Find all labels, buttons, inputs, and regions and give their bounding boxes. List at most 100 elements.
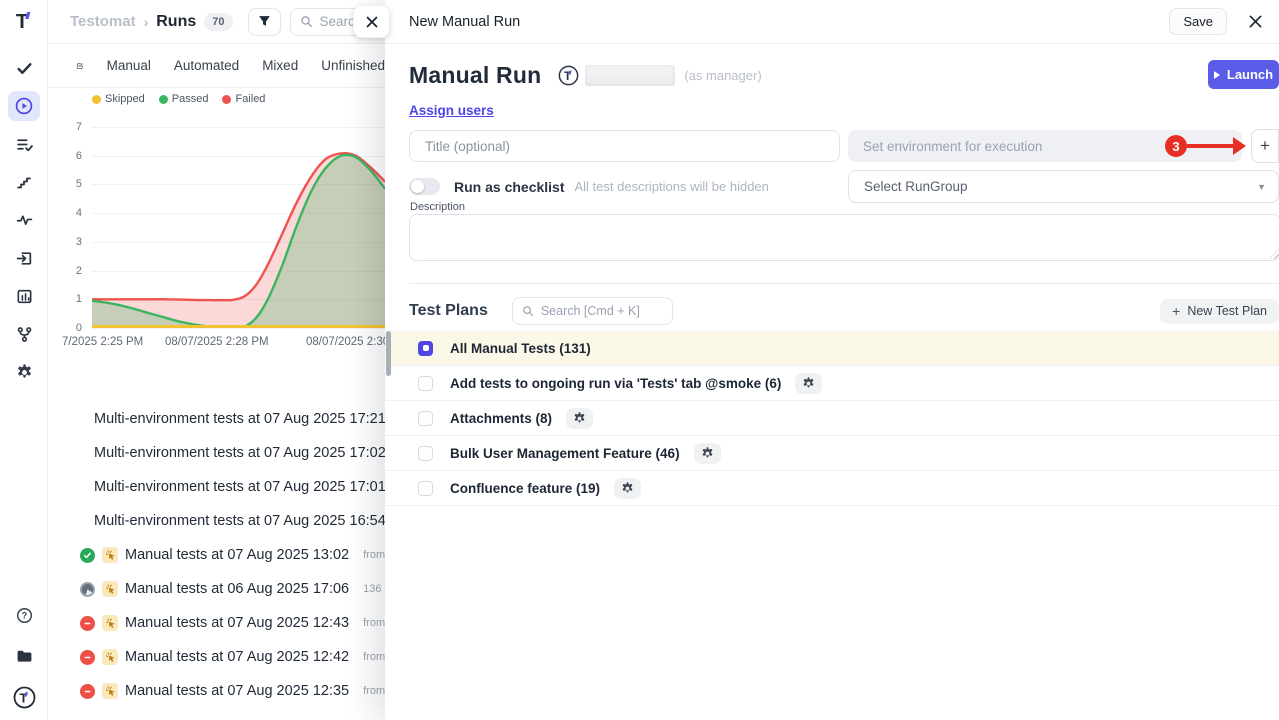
legend-item[interactable]: Passed — [159, 93, 209, 105]
save-button[interactable]: Save — [1169, 8, 1227, 35]
close-icon — [1248, 14, 1263, 29]
checklist-label: Run as checklist — [454, 179, 565, 195]
filter-button[interactable] — [248, 8, 281, 36]
checkbox-checked[interactable] — [418, 341, 433, 356]
breadcrumb-page[interactable]: Runs — [156, 13, 196, 31]
tab-automated[interactable]: Automated — [174, 58, 239, 73]
section-divider — [409, 283, 1279, 284]
test-plan-settings-button[interactable] — [566, 408, 593, 429]
checkbox-unchecked[interactable] — [418, 376, 433, 391]
add-environment-button[interactable]: + — [1251, 129, 1279, 163]
manager-avatar[interactable]: T — [558, 65, 579, 86]
runs-play-circle-icon[interactable] — [8, 91, 40, 121]
tab-unfinished[interactable]: Unfinished — [321, 58, 385, 73]
legend-item[interactable]: Failed — [222, 93, 265, 105]
manual-run-icon — [102, 649, 118, 665]
tab-mixed[interactable]: Mixed — [262, 58, 298, 73]
assign-users-link[interactable]: Assign users — [409, 103, 494, 118]
rungroup-select[interactable]: Select RunGroup ▼ — [848, 170, 1279, 203]
run-row[interactable]: Manual tests at 07 Aug 2025 12:42from Cu… — [48, 640, 385, 674]
status-failed-icon — [80, 684, 95, 699]
logo-circle-icon[interactable]: T — [8, 682, 40, 712]
left-panel-scrollbar[interactable] — [386, 331, 391, 376]
test-plans-search-input[interactable]: Search [Cmd + K] — [512, 297, 673, 325]
branches-git-icon[interactable] — [8, 319, 40, 349]
settings-gear-icon[interactable] — [8, 357, 40, 387]
test-plans-header: Test Plans Search [Cmd + K] +New Test Pl… — [409, 297, 1279, 325]
status-failed-icon — [80, 650, 95, 665]
test-plans-list-check-icon[interactable] — [8, 129, 40, 159]
search-icon — [300, 15, 313, 28]
status-progress-icon — [80, 582, 95, 597]
failed-minus-icon — [83, 619, 92, 628]
analytics-pulse-icon[interactable] — [8, 205, 40, 235]
app-window: T ? T Testomat › Runs 70 — [0, 0, 1279, 720]
select-all-icon[interactable] — [76, 58, 84, 74]
tab-manual[interactable]: Manual — [107, 58, 151, 73]
run-title-input[interactable] — [409, 130, 840, 162]
breadcrumb-app[interactable]: Testomat — [70, 13, 136, 30]
test-plan-settings-button[interactable] — [795, 373, 822, 394]
run-folder-row[interactable]: Multi-environment tests at 07 Aug 2025 1… — [48, 504, 385, 538]
reports-bar-chart-icon[interactable] — [8, 281, 40, 311]
manual-touch-icon — [105, 550, 116, 561]
run-as-checklist-toggle[interactable] — [409, 178, 440, 195]
manual-touch-icon — [105, 618, 116, 629]
modal-close-button[interactable] — [1248, 14, 1263, 29]
panel-edge-close-button[interactable] — [353, 5, 390, 38]
testomat-logo[interactable]: T — [0, 8, 48, 34]
failed-minus-icon — [83, 687, 92, 696]
svg-text:?: ? — [21, 610, 27, 620]
run-label: Multi-environment tests at 07 Aug 2025 1… — [94, 479, 385, 495]
description-textarea[interactable] — [409, 214, 1279, 261]
test-plan-settings-button[interactable] — [694, 443, 721, 464]
y-axis-tick: 1 — [60, 293, 82, 305]
manual-touch-icon — [105, 584, 116, 595]
tests-check-icon[interactable] — [8, 53, 40, 83]
annotation-arrowhead — [1233, 137, 1246, 155]
test-plan-row[interactable]: Attachments (8) — [385, 401, 1279, 436]
run-label: Multi-environment tests at 07 Aug 2025 1… — [94, 411, 385, 427]
run-row[interactable]: Manual tests at 07 Aug 2025 13:02from Cu… — [48, 538, 385, 572]
launch-button[interactable]: Launch — [1208, 60, 1279, 89]
manual-touch-icon — [105, 652, 116, 663]
plus-icon: + — [1172, 303, 1180, 319]
y-axis-tick: 5 — [60, 178, 82, 190]
test-plan-label: Attachments (8) — [450, 411, 552, 426]
test-plans-list: All Manual Tests (131) Add tests to ongoi… — [385, 331, 1279, 506]
run-folder-row[interactable]: Multi-environment tests at 07 Aug 2025 1… — [48, 436, 385, 470]
run-meta: from Custom — [363, 685, 385, 697]
x-axis-tick: 08/07/2025 2:30 PM — [306, 336, 385, 348]
checkbox-unchecked[interactable] — [418, 411, 433, 426]
test-plan-settings-button[interactable] — [614, 478, 641, 499]
run-folder-row[interactable]: Multi-environment tests at 07 Aug 2025 1… — [48, 402, 385, 436]
legend-label: Passed — [172, 93, 209, 105]
checkbox-unchecked[interactable] — [418, 481, 433, 496]
run-row[interactable]: Manual tests at 07 Aug 2025 12:43from Cu… — [48, 606, 385, 640]
run-label: Manual tests at 07 Aug 2025 12:43 — [125, 615, 349, 631]
runs-tabs: Manual Automated Mixed Unfinished — [48, 44, 385, 88]
checkbox-unchecked[interactable] — [418, 446, 433, 461]
help-icon[interactable]: ? — [8, 600, 40, 630]
projects-folder-icon[interactable] — [8, 641, 40, 671]
chart-legend: Skipped Passed Failed — [92, 93, 265, 105]
test-plans-search-placeholder: Search [Cmd + K] — [541, 304, 640, 318]
run-folder-row[interactable]: Multi-environment tests at 07 Aug 2025 1… — [48, 470, 385, 504]
run-row[interactable]: Manual tests at 06 Aug 2025 17:06136 tes… — [48, 572, 385, 606]
test-plan-row[interactable]: All Manual Tests (131) — [385, 331, 1279, 366]
manual-touch-icon — [105, 686, 116, 697]
test-plan-row[interactable]: Confluence feature (19) — [385, 471, 1279, 506]
test-plan-row[interactable]: Add tests to ongoing run via 'Tests' tab… — [385, 366, 1279, 401]
run-row[interactable]: Manual tests at 07 Aug 2025 12:35from Cu… — [48, 674, 385, 708]
new-test-plan-button[interactable]: +New Test Plan — [1160, 299, 1279, 324]
import-icon[interactable] — [8, 243, 40, 273]
play-icon — [1214, 71, 1220, 79]
test-plan-label: Add tests to ongoing run via 'Tests' tab… — [450, 376, 781, 391]
gear-icon — [802, 377, 815, 390]
test-plan-row[interactable]: Bulk User Management Feature (46) — [385, 436, 1279, 471]
run-label: Manual tests at 06 Aug 2025 17:06 — [125, 581, 349, 597]
legend-item[interactable]: Skipped — [92, 93, 145, 105]
chevron-down-icon: ▼ — [1257, 182, 1266, 192]
y-axis-tick: 3 — [60, 236, 82, 248]
steps-stairs-icon[interactable] — [8, 167, 40, 197]
